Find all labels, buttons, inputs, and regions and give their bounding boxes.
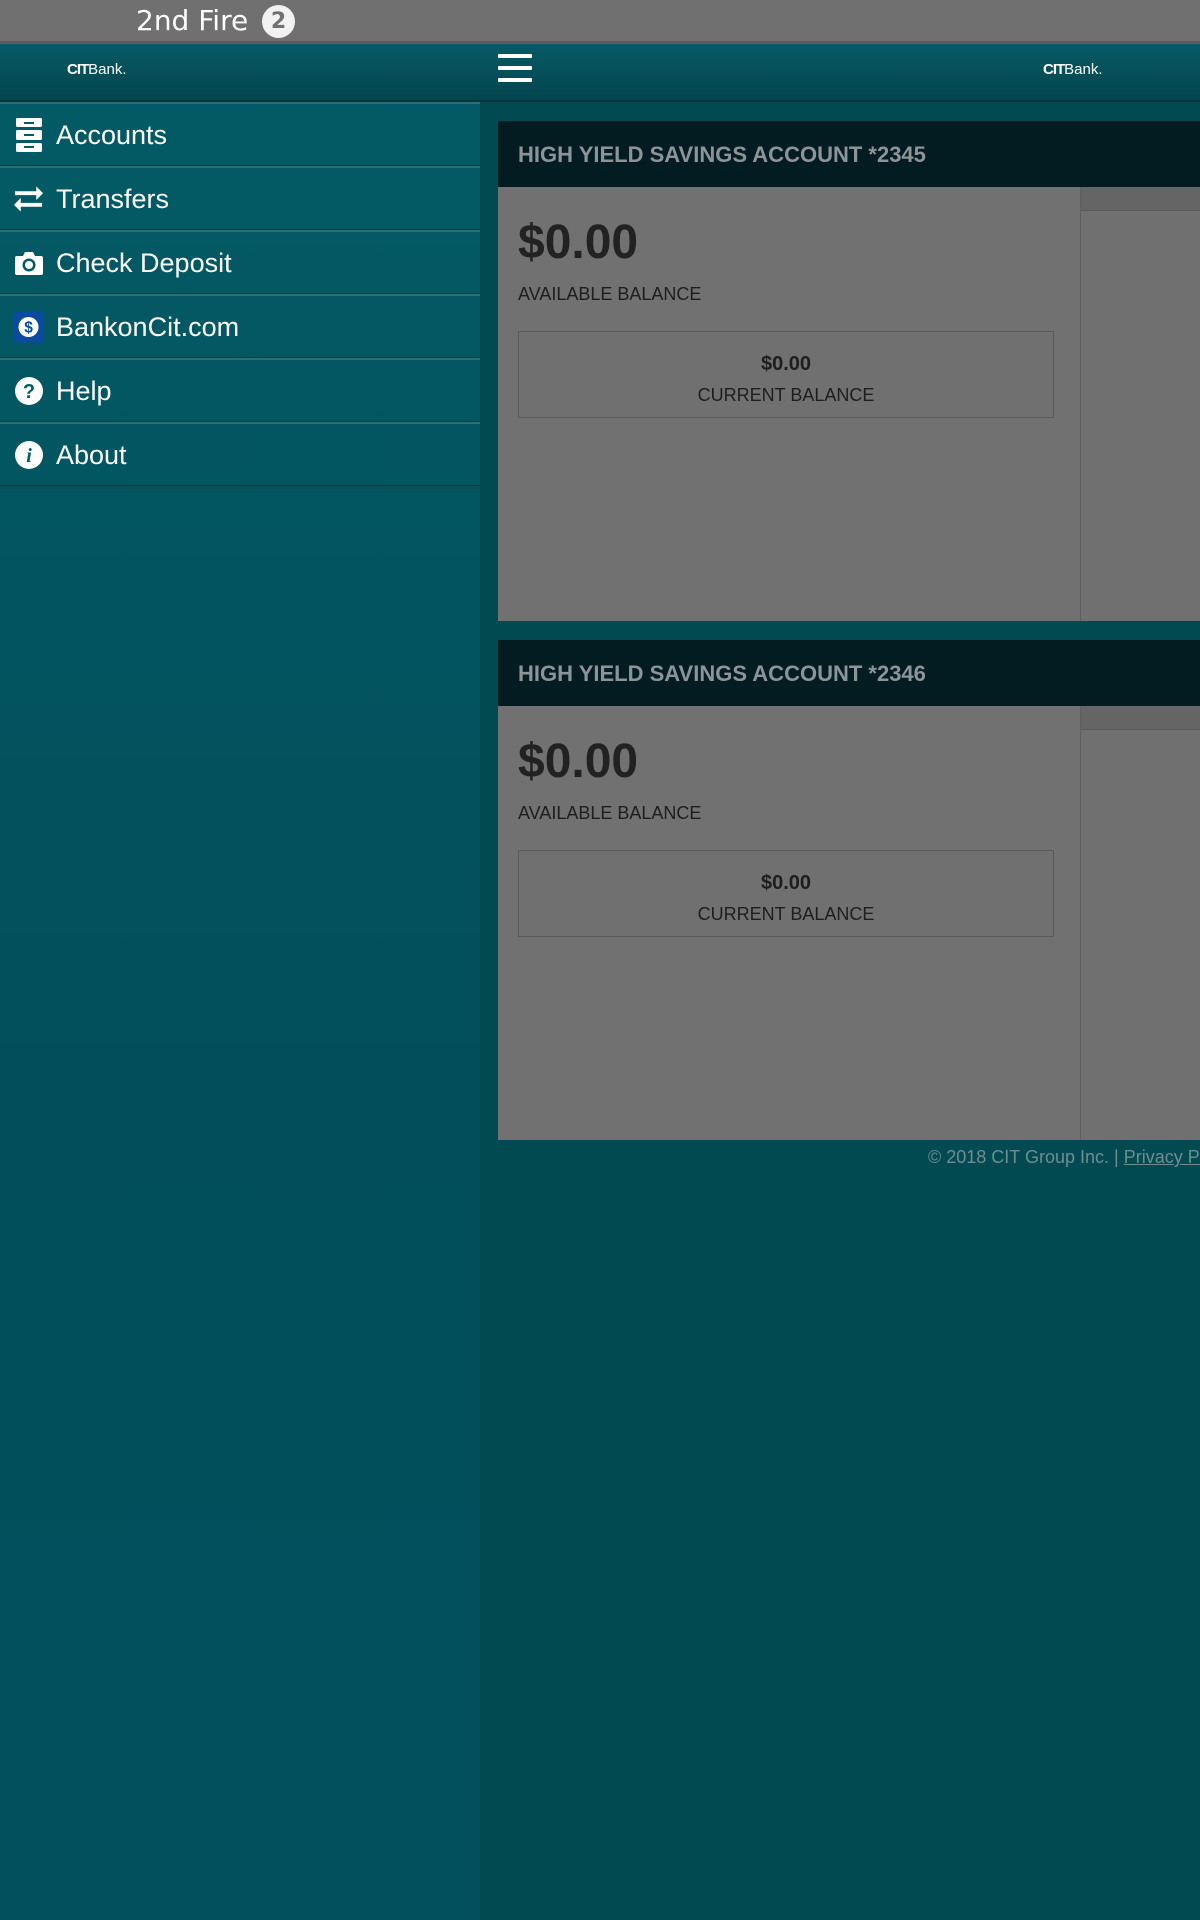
dollar-icon: $	[13, 310, 44, 344]
current-balance-box: $0.00 CURRENT BALANCE	[518, 850, 1054, 937]
account-card[interactable]: HIGH YIELD SAVINGS ACCOUNT *2346 $0.00 A…	[498, 640, 1200, 1140]
current-balance-amount: $0.00	[760, 872, 812, 894]
svg-text:?: ?	[22, 381, 34, 403]
account-title: HIGH YIELD SAVINGS ACCOUNT *2345	[518, 142, 926, 167]
camera-icon	[13, 246, 44, 280]
available-balance-label: AVAILABLE BALANCE	[518, 803, 702, 823]
cit-bank-logo: CITBank.	[1043, 61, 1103, 78]
current-balance-box: $0.00 CURRENT BALANCE	[518, 331, 1054, 418]
account-side-panel	[1080, 706, 1200, 1140]
menu-label: Transfers	[56, 184, 170, 214]
side-panel-header	[1081, 187, 1200, 211]
menu-label: Check Deposit	[56, 248, 232, 278]
account-card-body: $0.00 AVAILABLE BALANCE $0.00 CURRENT BA…	[498, 706, 1200, 1140]
available-balance-amount: $0.00	[518, 735, 639, 788]
menu-label: BankonCit.com	[56, 312, 240, 342]
menu-label: Help	[56, 376, 112, 406]
status-bar: 2nd Fire 2	[0, 0, 1200, 44]
main-content: CITBank. HIGH YIELD SAVINGS ACCOUNT *234…	[480, 44, 1200, 1920]
navigation-drawer: CITBank. Accounts Transfers Check Deposi…	[0, 44, 480, 1920]
transfer-icon	[13, 182, 44, 216]
app-header: CITBank.	[480, 44, 1200, 102]
status-title: 2nd Fire	[136, 4, 249, 37]
menu-item-bankoncit[interactable]: $ BankonCit.com	[0, 294, 480, 358]
menu-item-help[interactable]: ? Help	[0, 358, 480, 422]
privacy-policy-link[interactable]: Privacy Po	[1124, 1147, 1200, 1167]
menu-item-transfers[interactable]: Transfers	[0, 166, 480, 230]
copyright-text: © 2018 CIT Group Inc. |	[928, 1147, 1124, 1167]
current-balance-amount: $0.00	[760, 353, 812, 375]
menu-label: Accounts	[56, 120, 168, 150]
info-icon: i	[13, 438, 44, 472]
account-title: HIGH YIELD SAVINGS ACCOUNT *2346	[518, 661, 926, 686]
current-balance-label: CURRENT BALANCE	[697, 385, 875, 405]
account-card-body: $0.00 AVAILABLE BALANCE $0.00 CURRENT BA…	[498, 187, 1200, 621]
account-card[interactable]: HIGH YIELD SAVINGS ACCOUNT *2345 $0.00 A…	[498, 121, 1200, 621]
svg-text:$: $	[24, 319, 33, 336]
account-card-header[interactable]: HIGH YIELD SAVINGS ACCOUNT *2346	[498, 640, 1200, 706]
current-balance-label: CURRENT BALANCE	[697, 904, 875, 924]
menu-label: About	[56, 440, 127, 470]
footer: © 2018 CIT Group Inc. | Privacy Po	[928, 1146, 1200, 1168]
menu-item-about[interactable]: i About	[0, 422, 480, 486]
available-balance-label: AVAILABLE BALANCE	[518, 284, 702, 304]
side-panel-header	[1081, 706, 1200, 730]
hamburger-menu-icon[interactable]	[498, 54, 532, 82]
account-card-header[interactable]: HIGH YIELD SAVINGS ACCOUNT *2345	[498, 121, 1200, 187]
drawer-divider	[0, 486, 480, 489]
available-balance-amount: $0.00	[518, 216, 639, 269]
accounts-icon	[13, 118, 44, 152]
drawer-header: CITBank.	[0, 44, 480, 102]
account-side-panel	[1080, 187, 1200, 621]
help-icon: ?	[13, 374, 44, 408]
svg-text:i: i	[26, 445, 32, 467]
menu-item-check-deposit[interactable]: Check Deposit	[0, 230, 480, 294]
menu-item-accounts[interactable]: Accounts	[0, 102, 480, 166]
notification-badge[interactable]: 2	[262, 5, 295, 38]
cit-bank-logo: CITBank.	[67, 61, 127, 78]
